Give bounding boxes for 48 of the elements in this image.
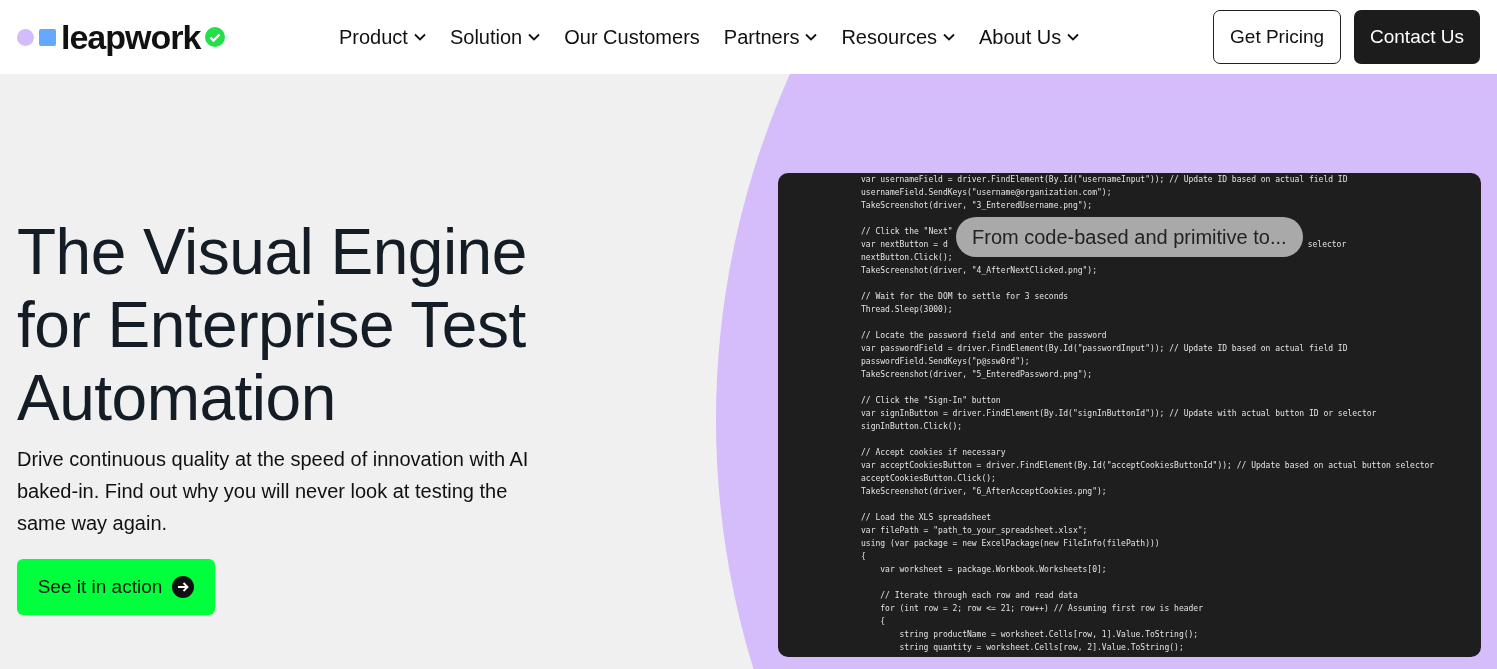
arrow-right-icon (172, 576, 195, 598)
nav-link[interactable]: Solution (449, 22, 541, 52)
contact-button[interactable]: Contact Us (1354, 10, 1480, 64)
logo-wordmark[interactable]: leapwork (61, 20, 201, 54)
code-line: string quantity = worksheet.Cells[row, 2].Value.ToString(); (898, 642, 1184, 654)
video-caption: From code-based and primitive to... (956, 217, 1303, 257)
code-line: var worksheet = package.Workbook.Worksheets[0]; (879, 564, 1107, 576)
code-line: // Load the XLS spreadsheet (861, 512, 992, 524)
video-frame[interactable] (778, 173, 1481, 657)
code-line: var signInButton = driver.FindElement(By.Id("signInButtonId")); // Update with actual button ID or selector (861, 408, 1377, 420)
code-line: // Wait for the DOM to settle for 3 seconds (861, 291, 1069, 303)
code-line-fragment: selector (1307, 239, 1347, 251)
check-badge-icon (205, 27, 226, 47)
code-line: // Locate the password field and enter the password (861, 330, 1107, 342)
code-line: signInButton.Click(); (861, 421, 963, 433)
code-line: for (int row = 2; row <= 21; row++) // Assuming first row is header (879, 603, 1203, 615)
code-line: // Iterate through each row and read data (879, 590, 1078, 602)
square-icon (39, 28, 56, 46)
code-line: usernameField.SendKeys("username@organization.com"); (861, 187, 1112, 199)
code-line: // Click the "Sign-In" button (861, 395, 1001, 407)
code-line: TakeScreenshot(driver, "3_EnteredUsername.png"); (861, 200, 1093, 212)
code-line: Thread.Sleep(3000); (861, 304, 953, 316)
hero-subtitle: Drive continuous quality at the speed of innovation with AI baked-in. Find out why you will never look at testing the same way again. (17, 447, 530, 536)
code-line: TakeScreenshot(driver, "6_AfterAcceptCookies.png"); (861, 486, 1107, 498)
cta-button[interactable]: See it in action (17, 559, 215, 615)
code-line: TakeScreenshot(driver, "5_EnteredPassword.png"); (861, 369, 1093, 381)
nav-link[interactable]: Product (339, 22, 426, 52)
code-line: var filePath = "path_to_your_spreadsheet.xlsx"; (861, 525, 1088, 537)
code-line: // Accept cookies if necessary (861, 447, 1006, 459)
code-line: var nextButton = d (861, 239, 948, 251)
code-line: var passwordField = driver.FindElement(By.Id("passwordInput")); // Update ID based on actual field ID (861, 343, 1348, 355)
code-line: string productName = worksheet.Cells[row, 1].Value.ToString(); (898, 629, 1199, 641)
pricing-button[interactable]: Get Pricing (1213, 10, 1341, 64)
hero-heading: The Visual Engine for Enterprise Test Automation (17, 216, 528, 435)
nav-link[interactable]: Our Customers (564, 22, 700, 52)
code-line: var usernameField = driver.FindElement(By.Id("usernameInput")); // Update ID based on actual field ID (861, 174, 1348, 186)
code-line: { (879, 616, 886, 628)
code-line: TakeScreenshot(driver, "4_AfterNextClicked.png"); (861, 265, 1097, 277)
code-line: var acceptCookiesButton = driver.FindElement(By.Id("acceptCookiesButtonId")); // Update based on actual button selector (861, 460, 1435, 472)
code-line: // Click the "Next" (861, 226, 953, 238)
code-line: passwordField.SendKeys("p@ssw0rd"); (861, 356, 1030, 368)
code-line: using (var package = new ExcelPackage(new FileInfo(filePath))) (861, 538, 1160, 550)
code-line: acceptCookiesButton.Click(); (861, 473, 996, 485)
code-line: { (861, 551, 866, 563)
nav-link[interactable]: Resources (841, 22, 955, 52)
nav-link[interactable]: Partners (723, 22, 818, 52)
code-line: nextButton.Click(); (861, 252, 953, 264)
nav-link[interactable]: About Us (979, 22, 1080, 52)
